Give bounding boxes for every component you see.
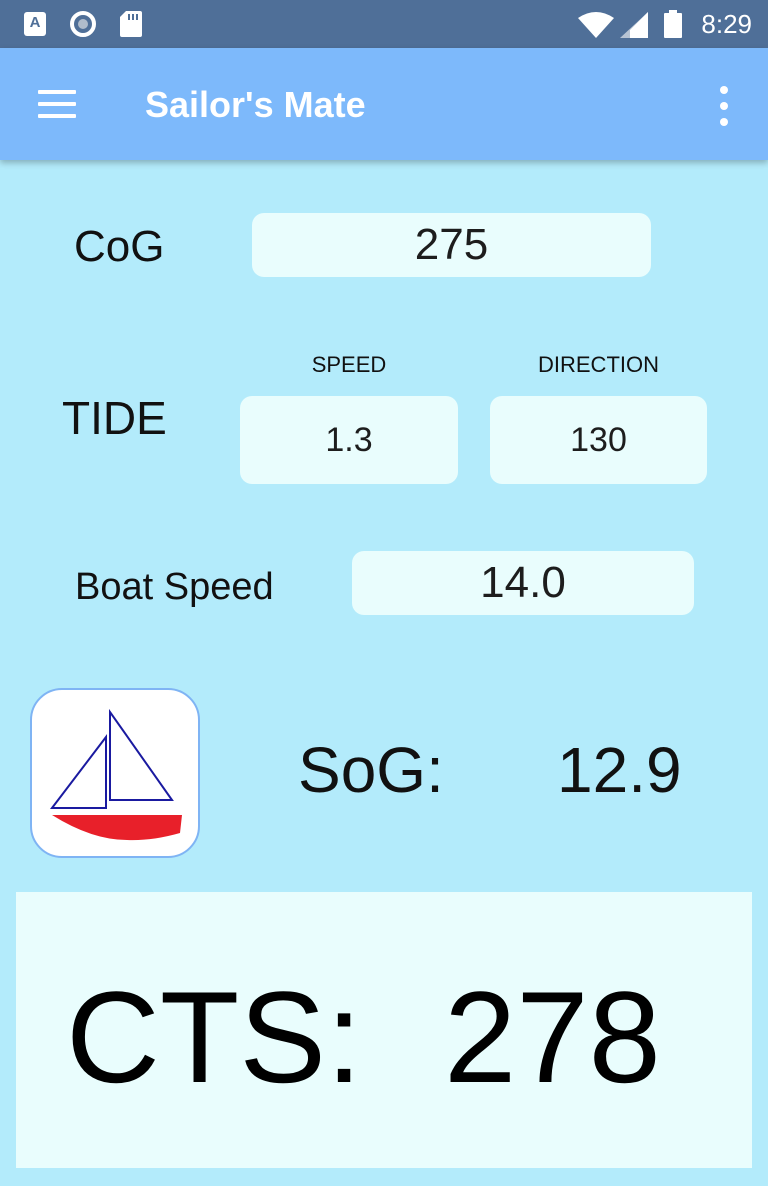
tide-speed-header: SPEED	[311, 352, 387, 377]
app-title: Sailor's Mate	[145, 84, 366, 125]
circle-icon	[70, 11, 96, 37]
cts-value: 278	[444, 964, 661, 1110]
tide-direction-header: DIRECTION	[538, 352, 659, 377]
more-vertical-icon[interactable]	[708, 84, 740, 128]
boat-speed-input[interactable]	[352, 551, 694, 615]
hamburger-menu-icon[interactable]	[28, 82, 84, 126]
cts-panel: CTS: 278	[16, 892, 752, 1168]
sog-value: 12.9	[557, 734, 682, 806]
boat-speed-label: Boat Speed	[75, 566, 274, 608]
tide-label: TIDE	[62, 392, 167, 444]
sog-label: SoG:	[298, 734, 444, 806]
tide-speed-input[interactable]	[240, 396, 458, 484]
app-bar: Sailor's Mate	[0, 48, 768, 160]
a-icon: A	[24, 12, 46, 36]
battery-icon	[664, 10, 682, 38]
signal-icon	[620, 12, 648, 38]
cog-label: CoG	[74, 222, 165, 271]
tide-direction-input[interactable]	[490, 396, 707, 484]
sailboat-logo-icon	[30, 688, 200, 858]
status-bar: A 8:29	[0, 0, 768, 48]
cts-label: CTS:	[66, 964, 363, 1110]
cog-input[interactable]	[252, 213, 651, 277]
wifi-icon	[578, 12, 614, 38]
clock: 8:29	[701, 9, 752, 39]
sd-card-icon	[120, 11, 142, 37]
